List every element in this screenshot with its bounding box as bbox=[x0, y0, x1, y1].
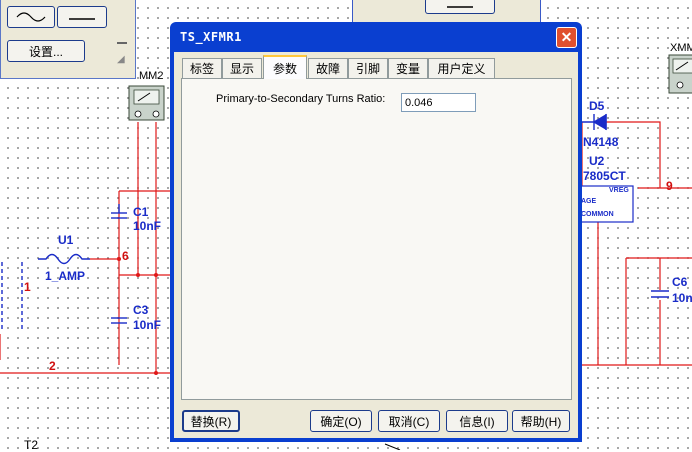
flat-line-icon bbox=[69, 18, 95, 20]
xmm-label: XMM bbox=[670, 42, 692, 54]
vreg-label: VREG bbox=[609, 187, 629, 194]
tab-pins[interactable]: 引脚 bbox=[348, 58, 388, 78]
u2-part-label: 7805CT bbox=[583, 169, 626, 183]
net-6-label: 6 bbox=[122, 249, 129, 263]
resize-grip-icon[interactable]: ◢ bbox=[117, 54, 125, 65]
u1-label: U1 bbox=[58, 233, 74, 247]
tab-variables[interactable]: 变量 bbox=[388, 58, 428, 78]
net-9-label: 9 bbox=[666, 179, 673, 193]
info-button[interactable]: 信息(I) bbox=[446, 410, 508, 432]
help-button[interactable]: 帮助(H) bbox=[512, 410, 570, 432]
c6-value-label: 10n bbox=[672, 291, 692, 305]
tab-label[interactable]: 标签 bbox=[182, 58, 222, 78]
c3-label: C3 bbox=[133, 303, 149, 317]
c6-label: C6 bbox=[672, 275, 688, 289]
vreg-input-label: AGE bbox=[581, 198, 597, 205]
settings-button[interactable]: 设置... bbox=[7, 40, 85, 62]
mm2-label: MM2 bbox=[139, 70, 164, 82]
waveform-sine-button[interactable] bbox=[7, 6, 55, 28]
tab-display[interactable]: 显示 bbox=[222, 58, 262, 78]
ok-button[interactable]: 确定(O) bbox=[310, 410, 372, 432]
sine-wave-icon bbox=[16, 12, 46, 22]
net-1-label: 1 bbox=[24, 280, 31, 294]
background-window-button[interactable] bbox=[425, 0, 495, 14]
d5-part-label: N4148 bbox=[583, 135, 619, 149]
close-icon: ✕ bbox=[560, 29, 573, 45]
c3-value-label: 10nF bbox=[133, 318, 162, 332]
c1-value-label: 10nF bbox=[133, 219, 162, 233]
parameters-panel: Primary-to-Secondary Turns Ratio: bbox=[181, 78, 572, 400]
background-window-left: 设置... ◢ bbox=[0, 0, 136, 79]
u1-value-label: 1_AMP bbox=[45, 269, 86, 283]
dialog-title: TS_XFMR1 bbox=[180, 30, 242, 44]
tab-user-defined[interactable]: 用户定义 bbox=[428, 58, 495, 78]
cancel-button[interactable]: 取消(C) bbox=[378, 410, 440, 432]
tab-faults[interactable]: 故障 bbox=[308, 58, 348, 78]
flat-line-icon bbox=[447, 5, 473, 8]
tab-parameters[interactable]: 参数 bbox=[263, 55, 307, 79]
turns-ratio-label: Primary-to-Secondary Turns Ratio: bbox=[216, 93, 386, 105]
background-window-center bbox=[352, 0, 541, 23]
component-properties-dialog: TS_XFMR1 ✕ 标签 显示 参数 故障 引脚 变量 用户定义 Primar… bbox=[170, 22, 582, 442]
minimize-icon bbox=[117, 42, 127, 44]
net-2-label: 2 bbox=[49, 359, 56, 373]
dialog-body: 标签 显示 参数 故障 引脚 变量 用户定义 Primary-to-Second… bbox=[174, 52, 578, 438]
waveform-square-button[interactable] bbox=[57, 6, 107, 28]
turns-ratio-input[interactable] bbox=[401, 93, 476, 112]
d5-label: D5 bbox=[589, 99, 605, 113]
c1-label: C1 bbox=[133, 205, 149, 219]
u2-label: U2 bbox=[589, 154, 605, 168]
vreg-common-label: COMMON bbox=[581, 211, 614, 218]
close-button[interactable]: ✕ bbox=[556, 27, 577, 48]
replace-button[interactable]: 替换(R) bbox=[182, 410, 240, 432]
